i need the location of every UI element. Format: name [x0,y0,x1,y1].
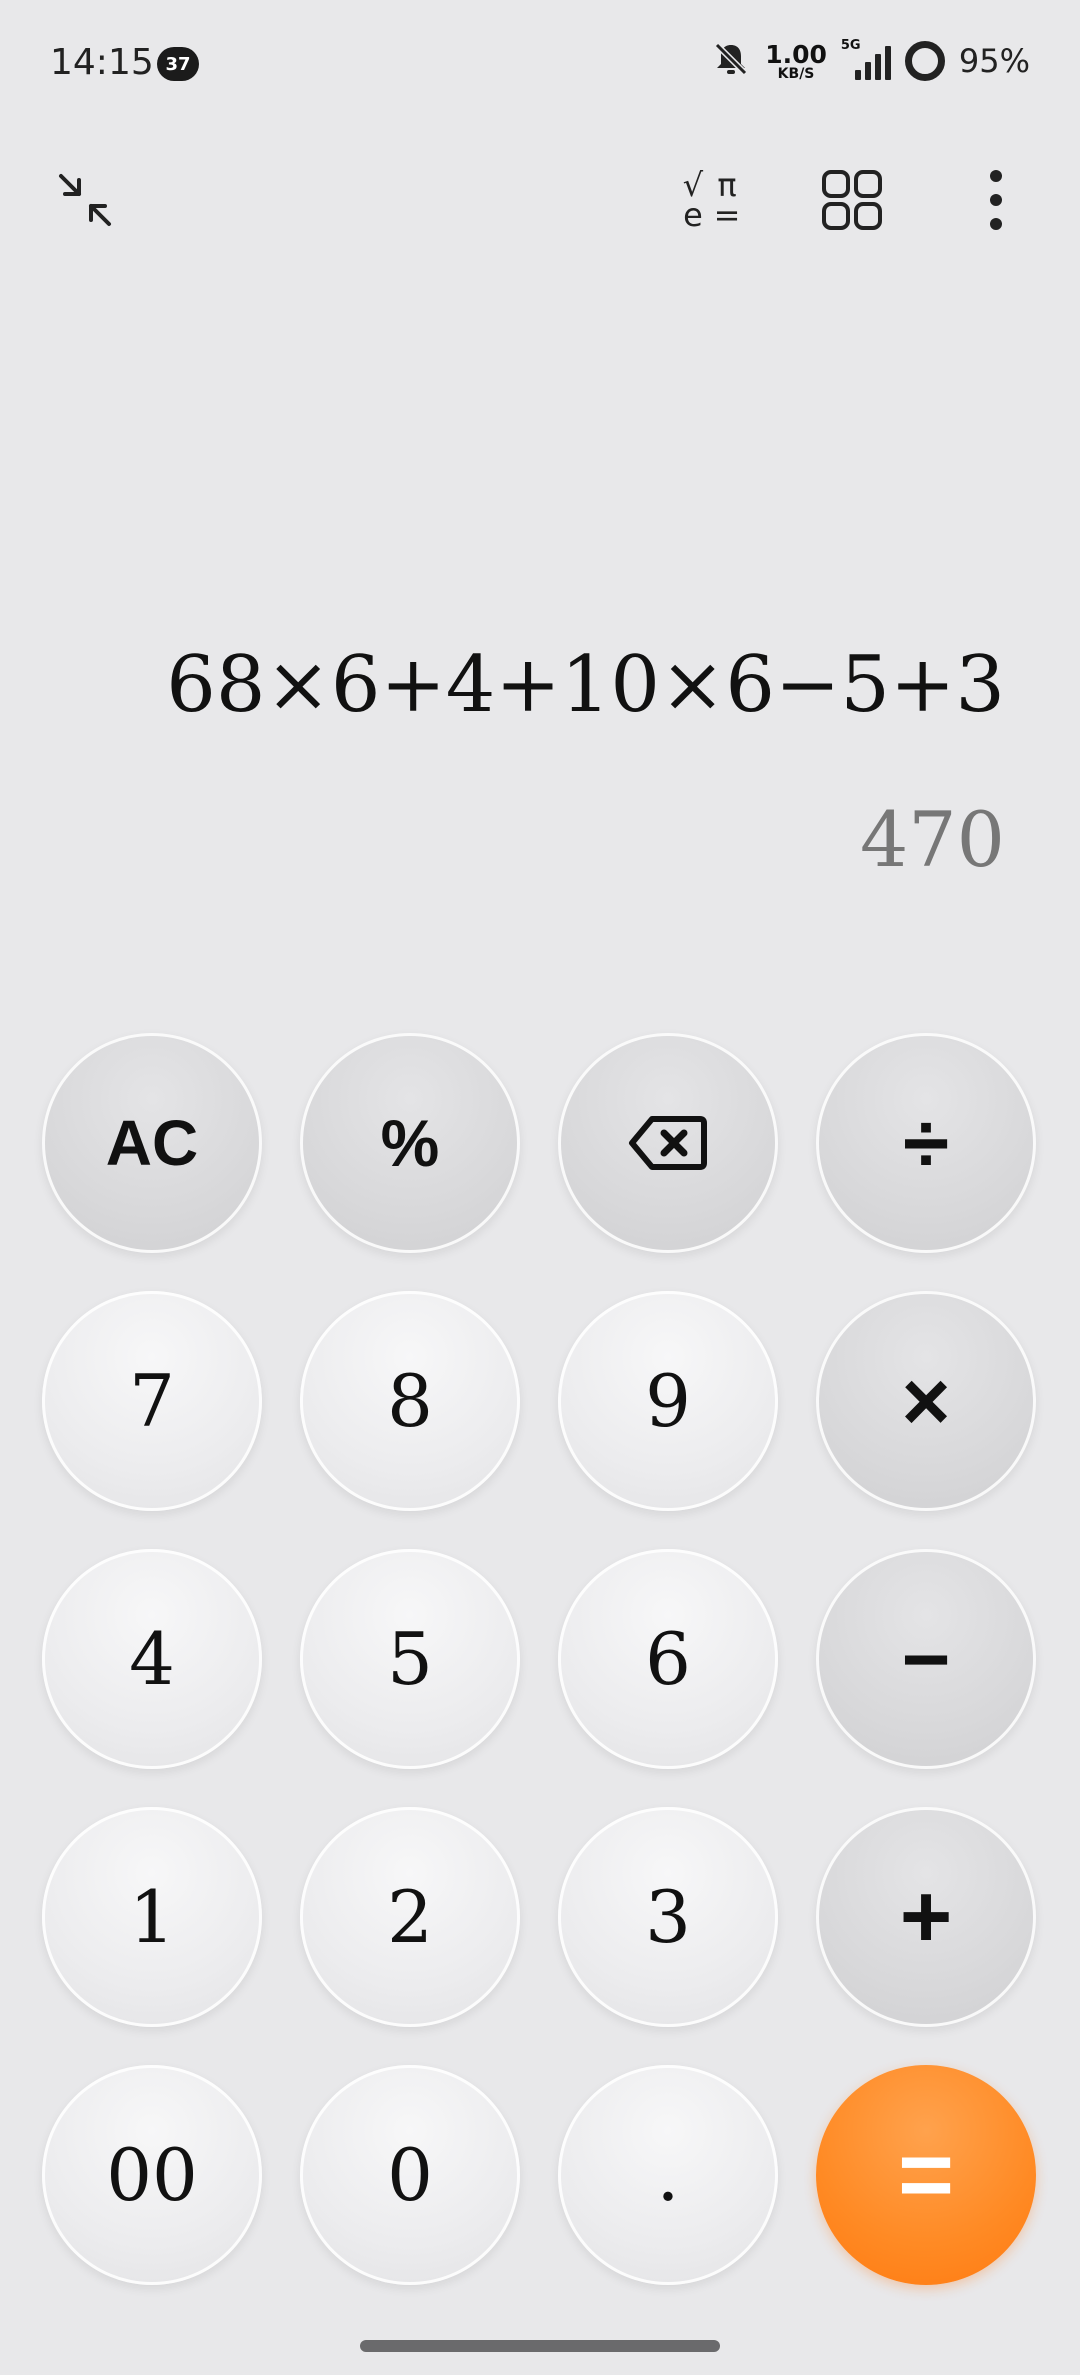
minus-button[interactable]: − [816,1549,1036,1769]
percent-button[interactable]: % [300,1033,520,1253]
scientific-mode-button[interactable]: √ π e = [660,150,760,250]
digit-2-button[interactable]: 2 [300,1807,520,2027]
double-zero-button[interactable]: 00 [42,2065,262,2285]
decimal-point-button[interactable]: . [558,2065,778,2285]
clear-button[interactable]: AC [42,1033,262,1253]
digit-7-button[interactable]: 7 [42,1291,262,1511]
status-time: 14:15 [50,42,154,83]
home-indicator[interactable] [360,2340,720,2352]
more-options-icon [990,170,1002,230]
collapse-icon [59,174,111,226]
notification-badge: 37 [157,47,199,81]
apps-grid-button[interactable] [802,150,902,250]
keypad: AC % ÷ 7 8 9 × 4 5 6 − 1 2 3 + 00 0 . = [0,0,1080,2375]
digit-0-button[interactable]: 0 [300,2065,520,2285]
equals-button[interactable]: = [816,2065,1036,2285]
bell-muted-icon [711,39,751,83]
digit-9-button[interactable]: 9 [558,1291,778,1511]
status-indicators: 1.00 KB/S 5G 95% [711,36,1030,86]
signal-icon: 5G [841,38,891,80]
network-type: 5G [840,38,861,53]
digit-6-button[interactable]: 6 [558,1549,778,1769]
scientific-mode-icon: √ π e = [682,166,741,234]
network-speed: 1.00 KB/S [765,39,827,82]
apps-grid-icon [822,170,882,230]
divide-button[interactable]: ÷ [816,1033,1036,1253]
expression-display[interactable]: 68×6+4+10×6−5+3 [55,640,1005,730]
battery-icon [904,41,945,81]
digit-4-button[interactable]: 4 [42,1549,262,1769]
multiply-button[interactable]: × [816,1291,1036,1511]
backspace-icon [629,1116,707,1170]
digit-1-button[interactable]: 1 [42,1807,262,2027]
digit-3-button[interactable]: 3 [558,1807,778,2027]
collapse-button[interactable] [35,150,135,250]
backspace-button[interactable] [558,1033,778,1253]
toolbar: √ π e = [0,150,1080,250]
more-options-button[interactable] [946,150,1046,250]
result-preview: 470 [859,795,1005,884]
digit-8-button[interactable]: 8 [300,1291,520,1511]
plus-button[interactable]: + [816,1807,1036,2027]
digit-5-button[interactable]: 5 [300,1549,520,1769]
battery-percent: 95% [958,42,1030,80]
status-bar: 14:15 37 1.00 KB/S 5G 95% [0,0,1080,130]
